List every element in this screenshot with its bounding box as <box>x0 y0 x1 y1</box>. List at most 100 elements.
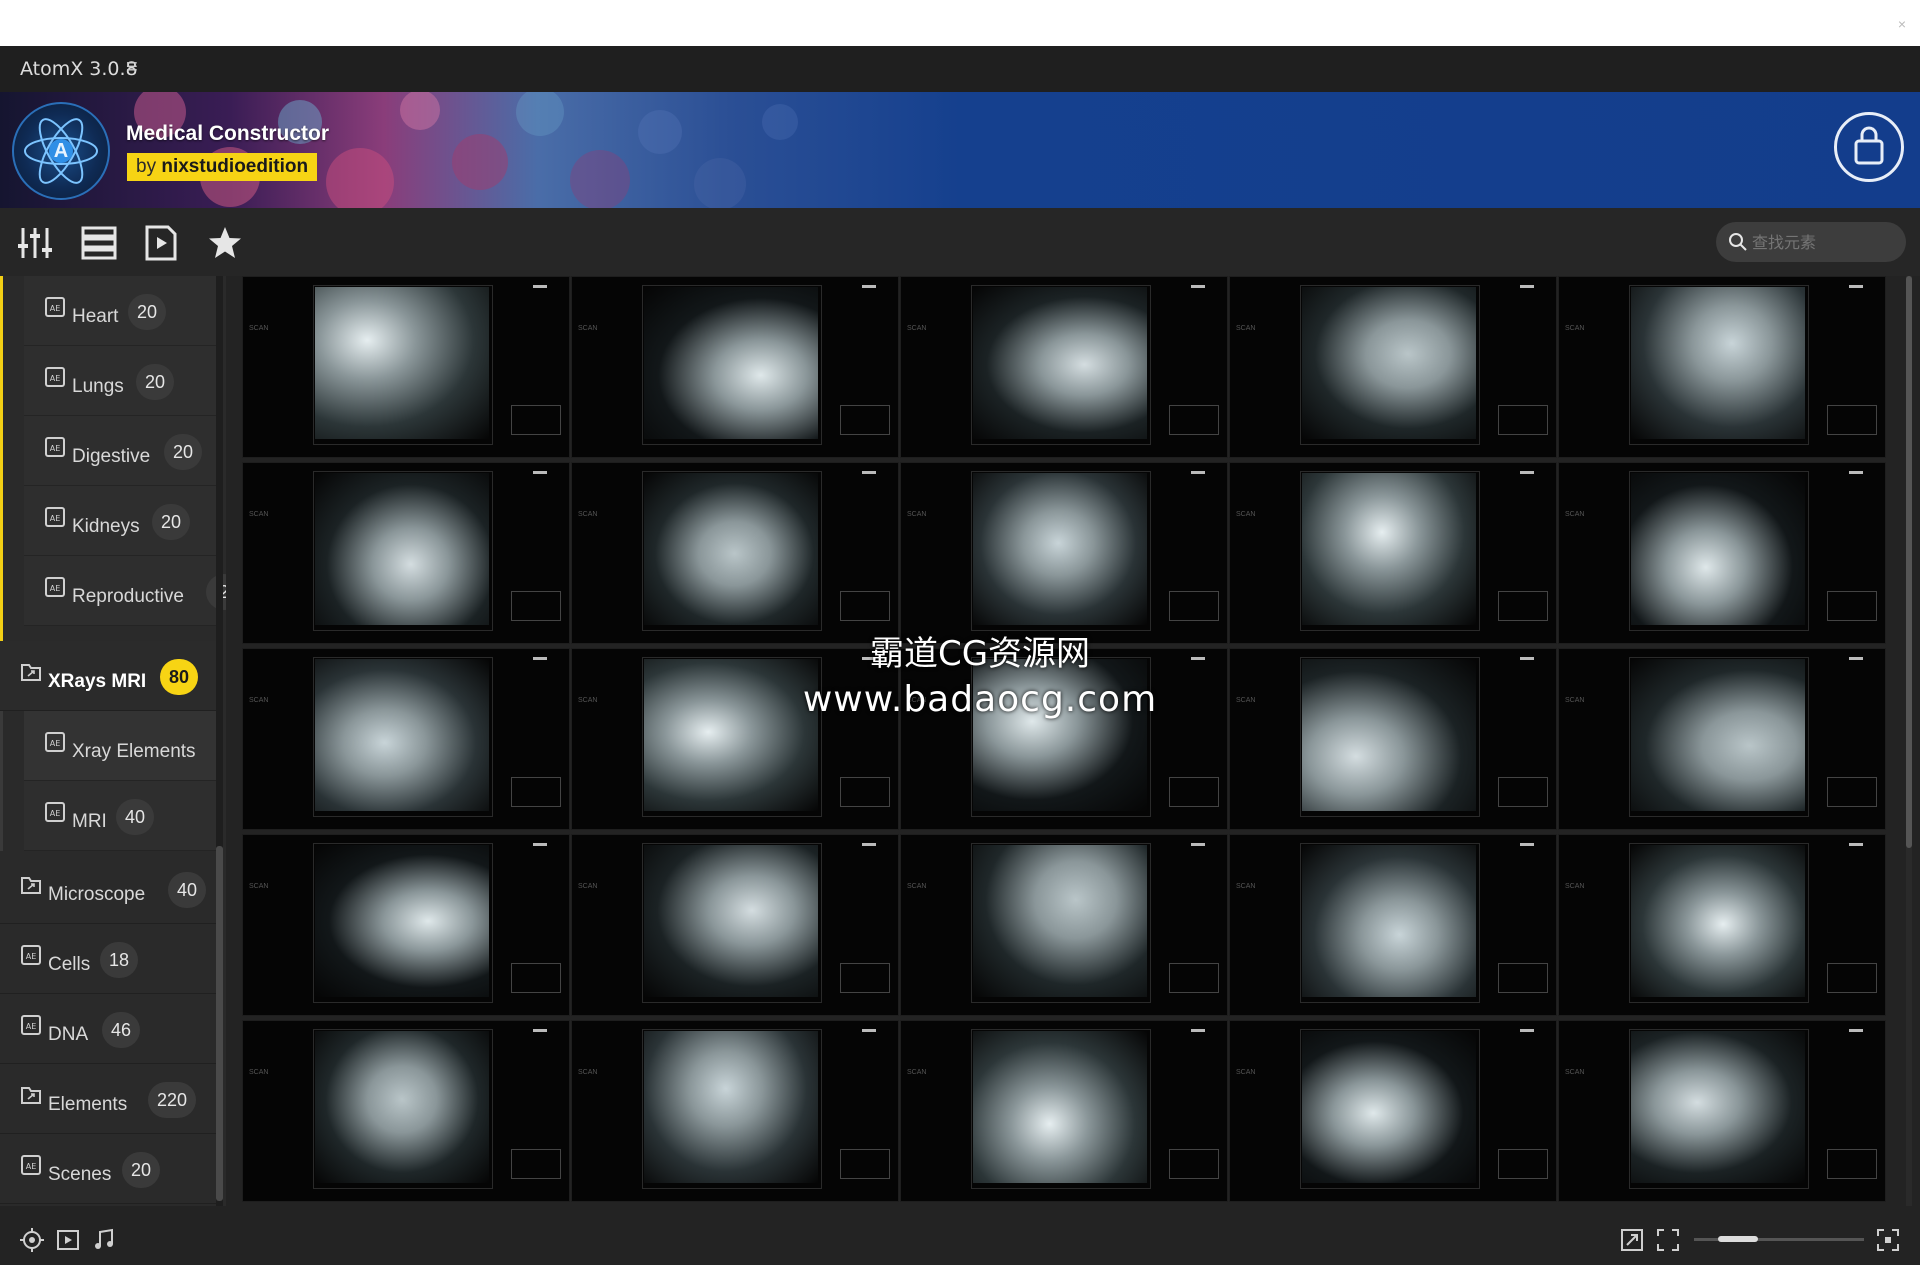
thumbnail-tile[interactable]: SCAN <box>242 462 570 644</box>
tile-scan-label: SCAN <box>249 883 269 890</box>
list-view-button[interactable] <box>80 224 118 262</box>
scan-image <box>315 473 489 625</box>
sidebar-item-microscope[interactable]: Microscope 40 <box>0 854 216 924</box>
tile-tag <box>1520 1029 1534 1032</box>
count-badge: 220 <box>148 1082 197 1118</box>
thumbnail-tile[interactable]: SCAN <box>1558 1020 1886 1202</box>
fullscreen-icon[interactable] <box>1656 1228 1680 1252</box>
scan-image <box>315 1031 489 1183</box>
thumbnail-tile[interactable]: SCAN <box>1558 648 1886 830</box>
thumbnail-tile[interactable]: SCAN <box>242 1020 570 1202</box>
thumbnail-tile[interactable]: SCAN <box>571 276 899 458</box>
sidebar-item-cells[interactable]: AE Cells 18 <box>0 924 216 994</box>
sliders-icon <box>18 228 52 258</box>
tile-scan-label: SCAN <box>1236 1069 1256 1076</box>
sidebar-item-elements[interactable]: Elements 220 <box>0 1064 216 1134</box>
scan-image <box>315 845 489 997</box>
svg-text:AE: AE <box>26 1022 37 1031</box>
folder-link-icon <box>21 1087 41 1104</box>
thumbnail-tile[interactable]: SCAN <box>1558 834 1886 1016</box>
thumbnail-tile[interactable]: SCAN <box>1558 276 1886 458</box>
author-badge[interactable]: by nixstudioedition <box>127 153 318 181</box>
sidebar-item-digestive[interactable]: AE Digestive 20 <box>24 416 216 486</box>
app-title: AtomX 3.0.8 <box>20 58 138 80</box>
thumbnail-tile[interactable]: SCAN <box>900 276 1228 458</box>
hamburger-menu-icon[interactable]: ≡ <box>126 56 138 79</box>
banner-cells-art <box>134 92 798 208</box>
shop-button[interactable] <box>1834 112 1904 182</box>
tile-scan-label: SCAN <box>1236 325 1256 332</box>
sidebar-item-reproductive[interactable]: AE Reproductive 2 <box>24 556 226 626</box>
tile-info-box <box>511 1149 561 1179</box>
tile-tag <box>1849 471 1863 474</box>
music-icon[interactable] <box>92 1228 116 1252</box>
thumbnail-tile[interactable]: SCAN <box>571 462 899 644</box>
video-icon[interactable] <box>56 1228 80 1252</box>
thumbnail-tile[interactable]: SCAN <box>1229 276 1557 458</box>
tile-info-box <box>1169 591 1219 621</box>
thumbnail-tile[interactable]: SCAN <box>900 1020 1228 1202</box>
thumbnail-tile[interactable]: SCAN <box>571 834 899 1016</box>
search-icon <box>1729 233 1747 251</box>
tile-scan-label: SCAN <box>1236 511 1256 518</box>
thumbnail-tile[interactable]: SCAN <box>242 834 570 1016</box>
sidebar-item-lungs[interactable]: AE Lungs 20 <box>24 346 216 416</box>
ae-file-icon: AE <box>45 297 65 317</box>
sidebar-item-label: Scenes <box>48 1164 112 1185</box>
search-input[interactable] <box>1752 222 1892 262</box>
sidebar-item-dna[interactable]: AE DNA 46 <box>0 994 216 1064</box>
expand-icon[interactable] <box>1876 1228 1900 1252</box>
thumbnail-tile[interactable]: SCAN <box>242 276 570 458</box>
tile-tag <box>1520 285 1534 288</box>
thumbnail-tile[interactable]: SCAN <box>571 1020 899 1202</box>
ae-file-icon: AE <box>21 1155 41 1175</box>
tile-info-box <box>840 777 890 807</box>
thumbnail-tile[interactable]: SCAN <box>1558 462 1886 644</box>
app-window: AtomX 3.0.8 ≡ A Medical Constructor by n… <box>0 46 1920 1265</box>
sidebar-item-kidneys[interactable]: AE Kidneys 20 <box>24 486 216 556</box>
tile-scan-label: SCAN <box>907 1069 927 1076</box>
fit-icon[interactable] <box>1620 1228 1644 1252</box>
thumbnail-tile[interactable]: SCAN <box>900 834 1228 1016</box>
thumbnail-tile[interactable]: SCAN <box>1229 834 1557 1016</box>
scan-image <box>1631 287 1805 439</box>
thumbnail-tile[interactable]: SCAN <box>900 462 1228 644</box>
preview-button[interactable] <box>142 224 180 262</box>
sidebar-item-mri[interactable]: AE MRI 40 <box>24 781 216 851</box>
zoom-slider[interactable] <box>1694 1236 1864 1242</box>
sidebar-scroll-thumb[interactable] <box>216 846 223 1201</box>
thumbnail-tile[interactable]: SCAN <box>1229 1020 1557 1202</box>
sidebar-item-xray-elements[interactable]: AE Xray Elements <box>24 711 216 781</box>
sidebar-item-label: MRI <box>72 811 107 832</box>
sidebar-item-xrays-mri[interactable]: XRays MRI 80 <box>0 641 216 711</box>
watermark-line2: www.badaocg.com <box>802 679 1158 720</box>
grid-scrollbar[interactable] <box>1906 276 1912 1206</box>
sidebar-item-label: Reproductive <box>72 586 184 607</box>
thumbnail-tile[interactable]: SCAN <box>1229 648 1557 830</box>
tile-tag <box>862 1029 876 1032</box>
sidebar-item-heart[interactable]: AE Heart 20 <box>24 276 216 346</box>
sidebar-scrollbar[interactable] <box>216 276 223 1206</box>
tile-info-box <box>511 963 561 993</box>
scan-image <box>973 845 1147 997</box>
zoom-slider-knob[interactable] <box>1718 1236 1758 1242</box>
category-sidebar: AE Heart 20 AE Lungs 20 AE Digestive 20 … <box>0 276 226 1206</box>
grid-scroll-thumb[interactable] <box>1906 276 1912 848</box>
target-icon[interactable] <box>20 1228 44 1252</box>
tile-info-box <box>840 405 890 435</box>
count-badge: 40 <box>116 799 155 835</box>
sliders-button[interactable] <box>16 224 54 262</box>
sidebar-item-scenes[interactable]: AE Scenes 20 <box>0 1134 216 1204</box>
sidebar-item-label: Elements <box>48 1094 128 1115</box>
watermark-line1: 霸道CG资源网 <box>869 634 1091 674</box>
thumbnail-tile[interactable]: SCAN <box>242 648 570 830</box>
svg-text:AE: AE <box>50 739 61 748</box>
scan-image <box>1631 473 1805 625</box>
tile-info-box <box>1498 1149 1548 1179</box>
ae-file-icon: AE <box>45 577 65 597</box>
search-box[interactable] <box>1716 222 1906 262</box>
thumbnail-tile[interactable]: SCAN <box>1229 462 1557 644</box>
tile-info-box <box>511 777 561 807</box>
favorites-button[interactable] <box>206 224 244 262</box>
close-icon[interactable]: × <box>1890 12 1914 36</box>
